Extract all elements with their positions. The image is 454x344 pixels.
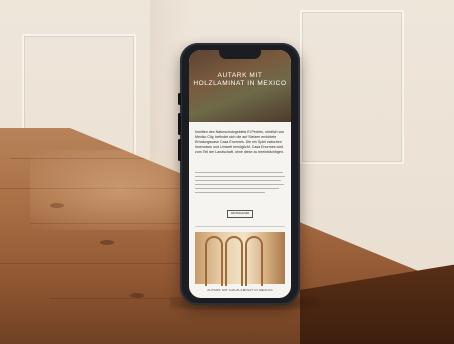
hero-image: AUTARK MIT HOLZLAMINAT IN MEXICO bbox=[189, 50, 291, 122]
interior-photo bbox=[195, 232, 285, 286]
phone-volume-button bbox=[178, 113, 181, 135]
article-small-text bbox=[195, 172, 285, 206]
smartphone: AUTARK MIT HOLZLAMINAT IN MEXICO Inmitte… bbox=[178, 43, 300, 305]
photo-caption: AUTARK MIT HOLZLAMINAT IN MEXICO bbox=[207, 288, 273, 292]
section-divider bbox=[195, 226, 285, 227]
article-body: Inmitten des Naturschutzgebiets El Pedré… bbox=[195, 130, 285, 154]
phone-side-button bbox=[178, 93, 181, 105]
hero-title: AUTARK MIT HOLZLAMINAT IN MEXICO bbox=[193, 72, 287, 87]
read-more-button[interactable]: WEITERLESEN bbox=[227, 210, 253, 218]
wall-panel-right bbox=[300, 10, 404, 164]
phone-screen: AUTARK MIT HOLZLAMINAT IN MEXICO Inmitte… bbox=[189, 50, 291, 298]
phone-volume-button bbox=[178, 139, 181, 161]
phone-notch bbox=[219, 50, 261, 59]
photo-scene: AUTARK MIT HOLZLAMINAT IN MEXICO Inmitte… bbox=[0, 0, 454, 344]
